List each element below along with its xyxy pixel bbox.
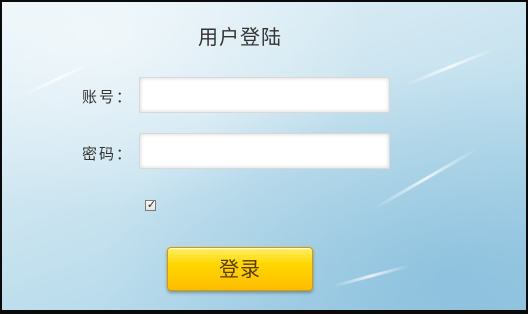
- remember-checkbox[interactable]: ✓: [145, 198, 157, 211]
- checkmark-icon: ✓: [146, 198, 157, 211]
- page-title: 用户登陆: [198, 25, 282, 49]
- login-button[interactable]: 登录: [167, 247, 313, 291]
- password-input[interactable]: [139, 133, 390, 169]
- login-panel: 用户登陆 账号： 密码： ✓ 登录: [0, 0, 528, 314]
- background-light-streak: [331, 264, 410, 288]
- password-label: 密码：: [82, 145, 134, 163]
- account-input[interactable]: [139, 77, 390, 113]
- background-light-streak: [403, 46, 498, 87]
- account-label: 账号：: [82, 88, 134, 106]
